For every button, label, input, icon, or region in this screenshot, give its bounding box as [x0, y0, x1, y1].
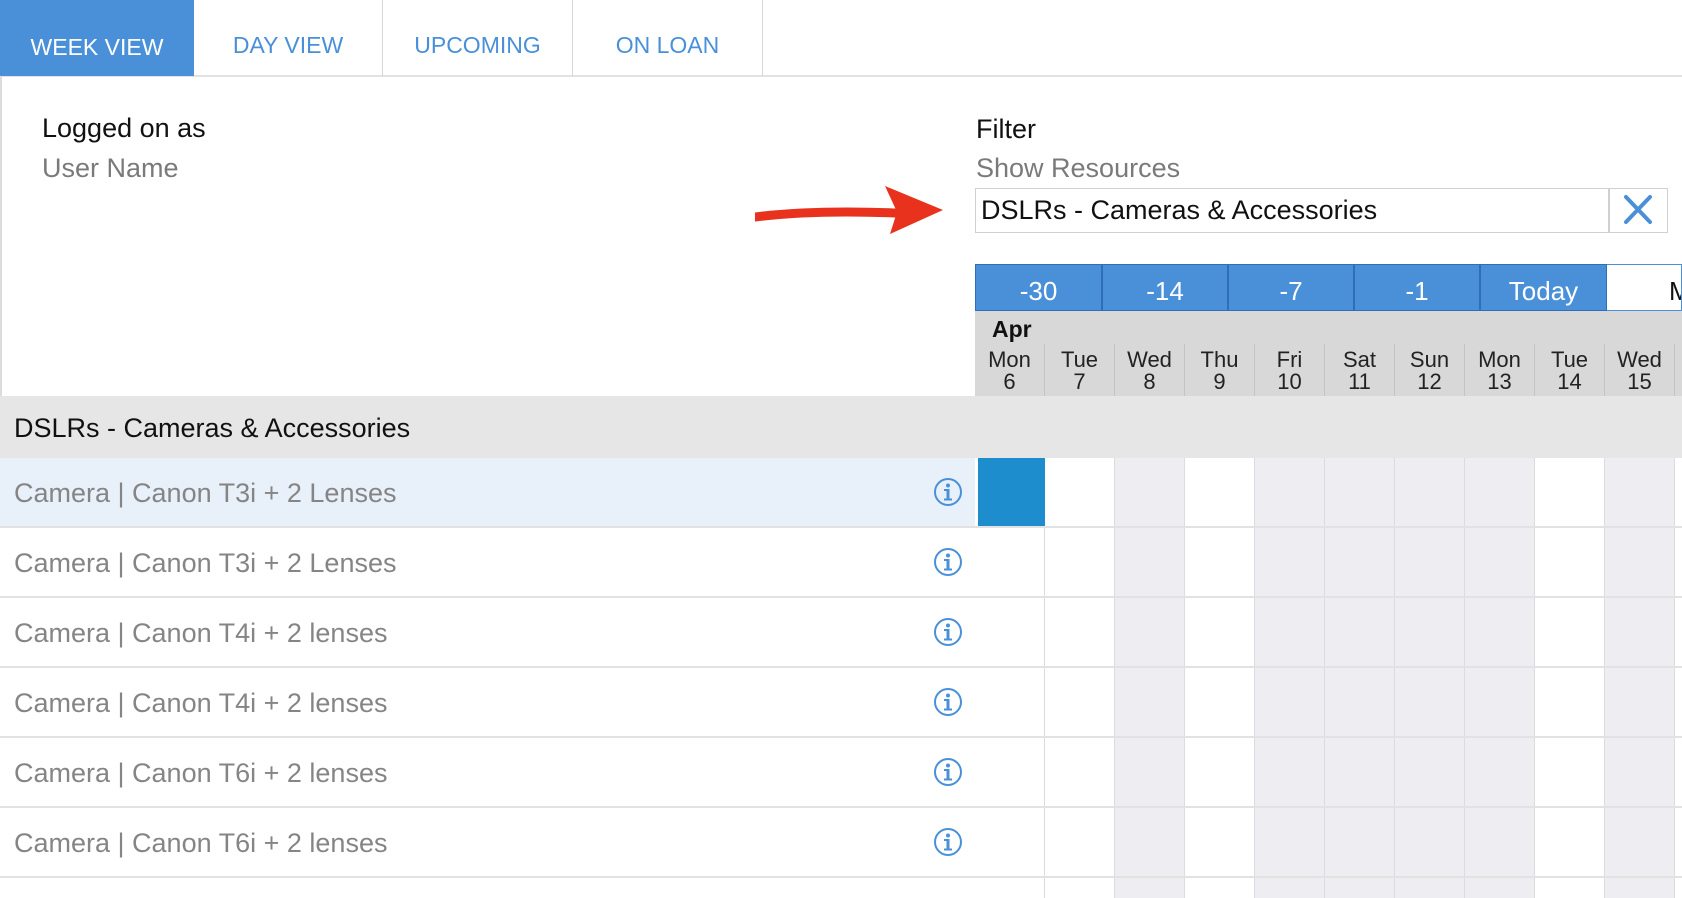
- grid-column[interactable]: [1185, 458, 1255, 898]
- info-icon[interactable]: [933, 617, 963, 647]
- resource-row-partial: [0, 878, 975, 898]
- nav-next-button[interactable]: M: [1607, 264, 1682, 311]
- resource-row[interactable]: Camera | Canon T6i + 2 lenses: [0, 738, 975, 808]
- resource-label: Camera | Canon T6i + 2 lenses: [14, 828, 388, 858]
- month-bar: Apr: [975, 311, 1682, 344]
- day-name: Mon: [988, 347, 1031, 372]
- grid-column[interactable]: [1045, 458, 1115, 898]
- grid-column[interactable]: [1465, 458, 1535, 898]
- resource-label: Camera | Canon T3i + 2 Lenses: [14, 478, 397, 508]
- day-name: Wed: [1127, 347, 1172, 372]
- nav-minus-1-button[interactable]: -1: [1354, 264, 1480, 311]
- resource-row[interactable]: Camera | Canon T6i + 2 lenses: [0, 808, 975, 878]
- day-name: Sun: [1409, 347, 1450, 372]
- day-number: 10: [1277, 369, 1302, 394]
- day-number: 13: [1487, 369, 1512, 394]
- day-number: 14: [1557, 369, 1582, 394]
- nav-minus-14-button[interactable]: -14: [1102, 264, 1228, 311]
- resource-label: Camera | Canon T4i + 2 lenses: [14, 688, 388, 718]
- close-icon: [1624, 195, 1652, 224]
- day-name: Tue: [1550, 347, 1589, 372]
- grid-column[interactable]: [1255, 458, 1325, 898]
- day-header: Sat 11: [1325, 344, 1395, 396]
- day-header: Sun 12: [1395, 344, 1465, 396]
- day-number: 8: [1143, 369, 1156, 394]
- resource-label: Camera | Canon T6i + 2 lenses: [14, 758, 388, 788]
- day-header: Fri 10: [1255, 344, 1325, 396]
- booking-block[interactable]: [978, 458, 1045, 526]
- tab-on-loan[interactable]: ON LOAN: [573, 0, 763, 76]
- resource-group-row: DSLRs - Cameras & Accessories: [0, 396, 1682, 458]
- grid-row-divider: [975, 596, 1682, 598]
- info-icon[interactable]: [933, 547, 963, 577]
- grid-row-divider: [975, 736, 1682, 738]
- info-icon[interactable]: [933, 827, 963, 857]
- grid-row-divider: [975, 806, 1682, 808]
- user-name: User Name: [42, 153, 179, 183]
- day-name: Wed: [1617, 347, 1662, 372]
- filter-label: Filter: [976, 114, 1036, 144]
- resource-row[interactable]: Camera | Canon T4i + 2 lenses: [0, 598, 975, 668]
- day-header: Wed 15: [1605, 344, 1675, 396]
- day-number: 6: [1003, 369, 1016, 394]
- tab-week-view[interactable]: WEEK VIEW: [0, 0, 194, 76]
- group-label: DSLRs - Cameras & Accessories: [14, 413, 411, 443]
- grid-column[interactable]: [1535, 458, 1605, 898]
- day-name: Sat: [1342, 347, 1377, 372]
- nav-today-button[interactable]: Today: [1480, 264, 1607, 311]
- logged-on-label: Logged on as: [42, 113, 206, 143]
- grid-row-divider: [975, 526, 1682, 528]
- day-number: 11: [1348, 369, 1371, 394]
- tab-upcoming[interactable]: UPCOMING: [383, 0, 573, 76]
- day-number: 7: [1073, 369, 1086, 394]
- grid-row-divider: [975, 666, 1682, 668]
- day-name: Fri: [1276, 347, 1303, 372]
- info-icon[interactable]: [933, 757, 963, 787]
- grid-column[interactable]: [1325, 458, 1395, 898]
- clear-filter-button[interactable]: [1609, 188, 1668, 233]
- day-header: Wed 8: [1115, 344, 1185, 396]
- info-icon[interactable]: [933, 477, 963, 507]
- day-header: Thu 9: [1185, 344, 1255, 396]
- resource-row[interactable]: Camera | Canon T3i + 2 Lenses: [0, 528, 975, 598]
- grid-column[interactable]: [1395, 458, 1465, 898]
- day-header-partial: [1675, 344, 1682, 396]
- booking-grid: [975, 458, 1682, 898]
- tab-bar: WEEK VIEW DAY VIEW UPCOMING ON LOAN: [0, 0, 1682, 77]
- nav-minus-30-button[interactable]: -30: [975, 264, 1102, 311]
- day-number: 12: [1417, 369, 1442, 394]
- day-number: 15: [1627, 369, 1652, 394]
- resource-label: Camera | Canon T4i + 2 lenses: [14, 618, 388, 648]
- day-name: Thu: [1200, 347, 1239, 372]
- resource-label: Camera | Canon T3i + 2 Lenses: [14, 548, 397, 578]
- day-number: 9: [1213, 369, 1226, 394]
- nav-minus-7-button[interactable]: -7: [1228, 264, 1354, 311]
- day-header: Mon 6: [975, 344, 1045, 396]
- resource-filter-input[interactable]: DSLRs - Cameras & Accessories: [975, 188, 1609, 233]
- day-header: Tue 14: [1535, 344, 1605, 396]
- day-name: Mon: [1478, 347, 1521, 372]
- grid-column-partial: [1675, 458, 1682, 898]
- resource-row[interactable]: Camera | Canon T3i + 2 Lenses: [0, 458, 975, 528]
- grid-row-divider: [975, 876, 1682, 878]
- tab-day-view[interactable]: DAY VIEW: [194, 0, 383, 76]
- grid-column[interactable]: [1115, 458, 1185, 898]
- info-icon[interactable]: [933, 687, 963, 717]
- annotation-arrow-icon: [755, 186, 943, 234]
- day-name: Tue: [1060, 347, 1099, 372]
- grid-column[interactable]: [1605, 458, 1675, 898]
- resource-row[interactable]: Camera | Canon T4i + 2 lenses: [0, 668, 975, 738]
- day-header: Tue 7: [1045, 344, 1115, 396]
- show-resources-label: Show Resources: [976, 153, 1181, 183]
- month-label: Apr: [992, 316, 1032, 342]
- day-header: Mon 13: [1465, 344, 1535, 396]
